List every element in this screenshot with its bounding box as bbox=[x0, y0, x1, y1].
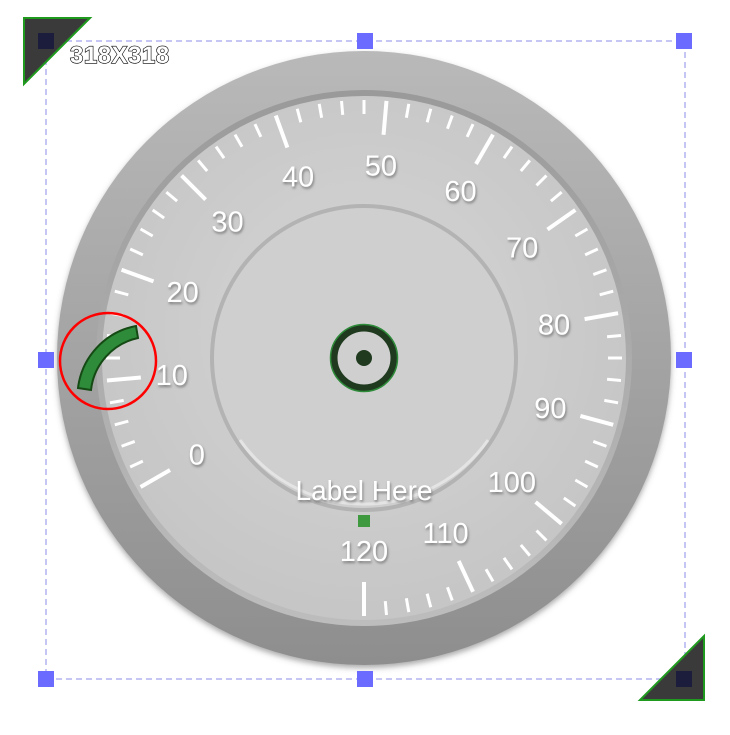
gauge-tick-label: 50 bbox=[365, 151, 397, 183]
gauge-tick-label: 20 bbox=[167, 277, 199, 309]
corner-triangle-bottom-right[interactable] bbox=[637, 633, 705, 701]
corner-triangle-top-left[interactable] bbox=[23, 17, 93, 87]
gauge-center-label: Label Here bbox=[296, 475, 433, 506]
gauge-minor-tick bbox=[606, 334, 622, 339]
gauge-tick-label: 120 bbox=[340, 536, 388, 568]
gauge-widget-editor[interactable]: 0 10 20 30 40 50 60 70 80 90 100 110 120 Label Here … bbox=[0, 0, 730, 730]
resize-handle-bottom-center[interactable] bbox=[357, 671, 373, 687]
corner-triangle-bottom-right-square bbox=[676, 671, 692, 687]
label-anchor-handle[interactable] bbox=[358, 515, 370, 527]
gauge-tick-label: 110 bbox=[422, 518, 468, 550]
corner-triangle-top-left-square bbox=[38, 33, 54, 49]
resize-handle-top-center[interactable] bbox=[357, 33, 373, 49]
gauge-canvas[interactable]: 0 10 20 30 40 50 60 70 80 90 100 110 120 Label Here bbox=[0, 0, 730, 730]
gauge-minor-tick bbox=[383, 600, 388, 616]
gauge-hub-dot bbox=[356, 350, 372, 366]
gauge-tick-label: 80 bbox=[538, 309, 570, 341]
gauge-minor-tick bbox=[340, 100, 345, 116]
gauge-tick-label: 0 bbox=[189, 440, 205, 472]
gauge-tick-label: 100 bbox=[488, 467, 536, 499]
resize-handle-middle-right[interactable] bbox=[676, 352, 692, 368]
resize-handle-top-right[interactable] bbox=[676, 33, 692, 49]
gauge-tick-label: 40 bbox=[282, 162, 314, 194]
resize-handle-middle-left[interactable] bbox=[38, 352, 54, 368]
resize-handle-bottom-left[interactable] bbox=[38, 671, 54, 687]
gauge-minor-tick bbox=[606, 377, 622, 382]
gauge-tick-label: 30 bbox=[211, 207, 243, 239]
gauge-tick-label: 90 bbox=[534, 393, 566, 425]
gauge-tick-label: 70 bbox=[506, 232, 538, 264]
gauge[interactable]: 0 10 20 30 40 50 60 70 80 90 100 110 120 Label Here bbox=[57, 51, 671, 665]
gauge-tick-label: 10 bbox=[156, 360, 188, 392]
gauge-tick-label: 60 bbox=[444, 176, 476, 208]
